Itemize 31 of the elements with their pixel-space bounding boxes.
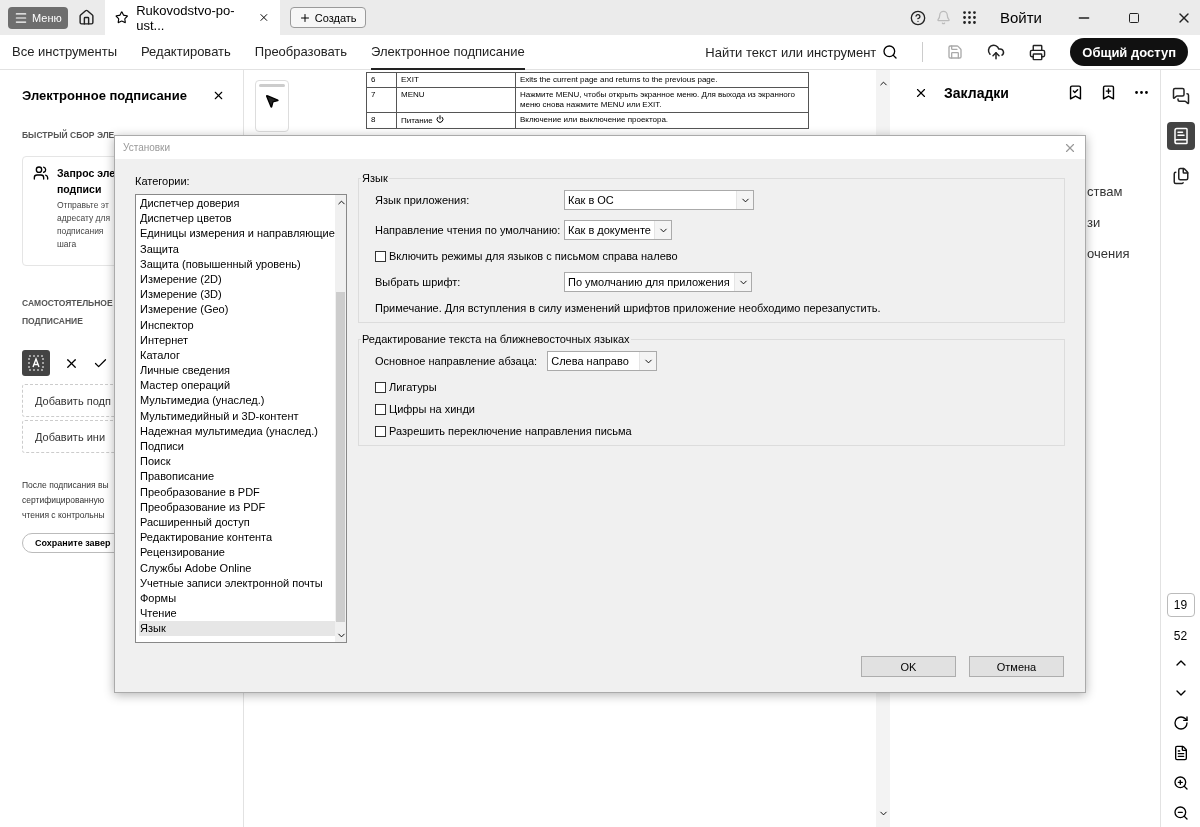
card-description: Отправьте эт адресату для подписания шага (57, 199, 111, 251)
field-label: Основное направление абзаца: (375, 355, 538, 367)
table-cell: 6 (366, 72, 397, 88)
dialog-title: Установки (123, 142, 171, 153)
section-heading: БЫСТРЫЙ СБОР ЭЛЕ (22, 128, 115, 142)
tab-title: Rukovodstvo-po-ust... (136, 2, 236, 33)
table-cell: Включение или выключение проектора. (515, 112, 809, 129)
table-cell: EXIT (396, 72, 516, 88)
table-cell: Питание (396, 112, 516, 129)
note-text: Примечание. Для вступления в силу изменений шрифтов приложение необходимо перезапустить. (375, 302, 882, 314)
table-cell: Exits the current page and returns to the previous page. (515, 72, 809, 88)
panel-title: Закладки (944, 84, 1010, 101)
table-cell: MENU (396, 87, 516, 113)
field-label: Категории: (135, 175, 191, 187)
table-cell: 8 (366, 112, 397, 129)
table-cell: Нажмите MENU, чтобы открыть экранное меню. Для выхода из экранного меню снова нажмите MENU или EXIT. (515, 87, 809, 113)
checkbox-label: Включить режимы для языков с письмом справа налево (389, 250, 678, 262)
note-text: После подписания вы сертифицированную чтения с контрольны (22, 479, 109, 522)
group-title: Редактирование текста на ближневосточных языках (361, 333, 631, 345)
table-cell: 7 (366, 87, 397, 113)
field-label: Выбрать шрифт: (375, 276, 462, 288)
field-label: Язык приложения: (375, 194, 471, 206)
group-title: Язык (361, 172, 389, 184)
panel-title: Электронное подписание (22, 87, 187, 103)
page-total: 52 (1173, 629, 1188, 643)
checkbox-label: Лигатуры (389, 381, 437, 393)
section-heading: САМОСТОЯТЕЛЬНОЕ ПОДПИСАНИЕ (22, 297, 113, 328)
field-label: Направление чтения по умолчанию: (375, 224, 562, 236)
card-title: Запрос эле подписи (57, 166, 116, 197)
checkbox-label: Цифры на хинди (389, 403, 475, 415)
checkbox-label: Разрешить переключение направления письма (389, 425, 632, 437)
